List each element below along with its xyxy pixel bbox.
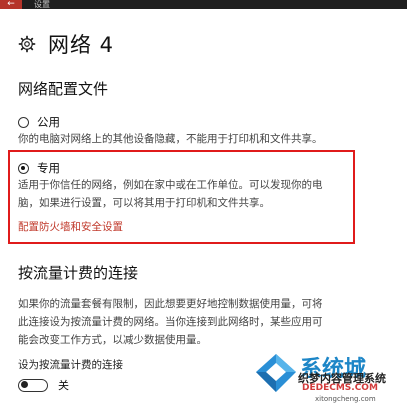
watermark-text-url: xitongcheng.com <box>315 395 376 403</box>
public-radio-option[interactable]: 公用 <box>18 114 60 130</box>
page-title: 网络 4 <box>48 33 115 57</box>
firewall-settings-link[interactable]: 配置防火墙和安全设置 <box>18 219 123 234</box>
gear-icon <box>18 35 36 53</box>
metered-toggle-row[interactable]: 关 <box>18 377 69 393</box>
private-radio-button[interactable] <box>18 162 29 174</box>
network-profile-heading: 网络配置文件 <box>18 80 109 98</box>
metered-connection-heading: 按流量计费的连接 <box>18 264 139 282</box>
toggle-knob <box>21 381 28 388</box>
private-description-line2: 脑，如果进行设置，可以将其用于打印机和文件共享。 <box>18 197 270 209</box>
back-button[interactable]: ← <box>0 0 22 9</box>
private-description-line1: 适用于你信任的网络，例如在家中或在工作单位。可以发现你的电 <box>18 179 323 191</box>
metered-description-line1: 如果你的流量套餐有限制，因此想要更好地控制数据使用量，可将 <box>18 298 323 310</box>
metered-toggle-state: 关 <box>58 379 69 392</box>
metered-description-line2: 此连接设为按流量计费的网络。当你连接到此网络时，某些应用可 <box>18 316 323 328</box>
metered-description-line3: 能会改变工作方式，以减少数据使用量。 <box>18 334 207 346</box>
watermark-logo-icon <box>256 354 296 392</box>
private-radio-label: 专用 <box>37 161 60 175</box>
metered-toggle-switch[interactable] <box>18 378 48 392</box>
window-title: 设置 <box>34 0 50 9</box>
title-bar: ← 设置 <box>0 0 407 9</box>
private-radio-option[interactable]: 专用 <box>18 160 60 176</box>
public-radio-button[interactable] <box>18 116 29 128</box>
page-header: 网络 4 <box>18 30 114 58</box>
public-description: 你的电脑对网络上的其他设备隐藏，不能用于打印机和文件共享。 <box>18 133 323 145</box>
public-radio-label: 公用 <box>37 115 60 129</box>
watermark-text-domain: DEDECMS.COM <box>302 383 378 393</box>
metered-toggle-label: 设为按流量计费的连接 <box>18 359 123 371</box>
